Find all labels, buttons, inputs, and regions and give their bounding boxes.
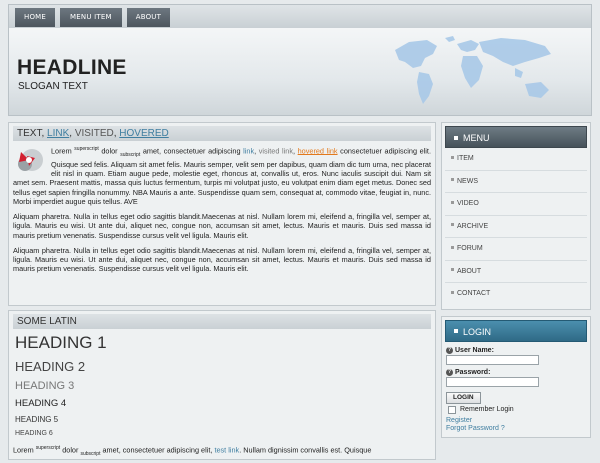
menu-item-video[interactable]: VIDEO	[445, 193, 587, 216]
menu-item-label: ARCHIVE	[457, 222, 489, 230]
page-headline: HEADLINE	[17, 56, 127, 79]
menu-item-label: FORUM	[457, 245, 483, 252]
title-text: TEXT,	[17, 128, 48, 139]
text-panel-title: TEXT, LINK, VISITED, HOVERED	[13, 126, 431, 141]
remember-login: Remember Login	[448, 405, 586, 414]
p1-visited-link[interactable]: visited link	[259, 146, 293, 155]
heading-6: HEADING 6	[15, 430, 53, 437]
question-icon: ?	[446, 346, 453, 354]
menu-item-about[interactable]: ABOUT	[445, 261, 587, 283]
nav-home[interactable]: HOME	[15, 8, 56, 27]
bullet-icon	[451, 178, 454, 182]
latin-panel: SOME LATIN HEADING 1 HEADING 2 HEADING 3…	[8, 310, 436, 460]
heading-3: HEADING 3	[15, 380, 75, 392]
p1-sub: subscript	[120, 151, 141, 158]
menu-box-title: MENU	[445, 126, 587, 148]
p1-link[interactable]: link	[243, 146, 254, 155]
world-map	[395, 36, 551, 104]
header: HEADLINE SLOGAN TEXT	[8, 28, 592, 116]
register-link[interactable]: Register	[446, 417, 586, 424]
title-link[interactable]: LINK	[47, 128, 69, 139]
username-label-text: User Name:	[455, 346, 494, 354]
top-bar: HOME MENU ITEM ABOUT	[8, 4, 592, 28]
menu-item-archive[interactable]: ARCHIVE	[445, 216, 587, 238]
square-bullet-icon	[454, 135, 458, 140]
remember-label: Remember Login	[460, 406, 514, 413]
password-label-text: Password:	[455, 368, 491, 376]
login-box-title: LOGIN	[445, 319, 587, 342]
menu-item-label: CONTACT	[457, 290, 491, 297]
heading-2: HEADING 2	[15, 359, 86, 374]
password-label: ? Password:	[446, 368, 586, 376]
bullet-icon	[451, 223, 454, 227]
paragraph-3: Aliquam pharetra. Nulla in tellus eget o…	[13, 245, 431, 274]
login-title-label: LOGIN	[463, 326, 492, 337]
lp-sup: superscript	[35, 445, 61, 451]
bullet-icon	[451, 290, 454, 294]
menu-item-news[interactable]: NEWS	[445, 171, 587, 193]
title-hovered[interactable]: HOVERED	[119, 128, 168, 139]
username-input[interactable]	[446, 354, 539, 365]
login-form: ? User Name: ? Password: LOGIN Remember Lo…	[445, 342, 587, 434]
question-icon: ?	[446, 368, 453, 376]
nav-about[interactable]: ABOUT	[126, 8, 171, 27]
bullet-icon	[451, 200, 454, 204]
bullet-icon	[451, 268, 454, 272]
lp-text-a: Lorem	[13, 445, 36, 455]
top-nav: HOME MENU ITEM ABOUT	[15, 8, 171, 27]
lp-sub: subscript	[80, 450, 101, 457]
menu-item-label: ITEM	[457, 155, 474, 162]
paragraph-2: Aliquam pharetra. Nulla in tellus eget o…	[13, 212, 431, 240]
test-link[interactable]: test link	[214, 445, 239, 454]
main-content: TEXT, LINK, VISITED, HOVERED Lorem super…	[8, 122, 436, 463]
p1-text-a: Lorem	[51, 146, 75, 156]
sidebar: MENU ITEM NEWS VIDEO ARCHIVE FORUM ABOUT…	[441, 122, 591, 438]
bullet-icon	[451, 155, 454, 159]
heading-4: HEADING 4	[15, 398, 67, 409]
menu-list: ITEM NEWS VIDEO ARCHIVE FORUM ABOUT CONT…	[445, 148, 587, 306]
p1-sup: superscript	[74, 146, 99, 152]
globe-badge-icon	[18, 149, 43, 171]
lp-text-c: amet, consectetuer adipiscing elit,	[100, 445, 215, 455]
remember-checkbox[interactable]	[448, 405, 456, 414]
username-label: ? User Name:	[446, 346, 586, 354]
menu-item-label: VIDEO	[457, 200, 479, 207]
heading-1: HEADING 1	[15, 333, 107, 352]
p1-text-c: amet, consectetuer adipiscing	[140, 146, 244, 156]
login-box: LOGIN ? User Name: ? Password: LOGIN Remem…	[441, 315, 591, 438]
p1-hovered-link[interactable]: hovered link	[298, 146, 338, 155]
password-input[interactable]	[446, 376, 539, 387]
text-panel: TEXT, LINK, VISITED, HOVERED Lorem super…	[8, 122, 436, 306]
latin-panel-title: SOME LATIN	[13, 314, 431, 329]
lp-text-d: . Nullam dignissim convallis est. Quisqu…	[239, 445, 372, 455]
menu-title-label: MENU	[463, 133, 490, 143]
login-button[interactable]: LOGIN	[446, 391, 481, 404]
menu-item-item[interactable]: ITEM	[445, 148, 587, 171]
lp-text-b: dolor	[60, 445, 81, 455]
page-slogan: SLOGAN TEXT	[18, 81, 88, 92]
nav-menu-item[interactable]: MENU ITEM	[60, 8, 122, 27]
menu-item-label: ABOUT	[457, 267, 482, 275]
p1-text-b: dolor	[98, 146, 121, 156]
square-bullet-icon	[454, 329, 458, 334]
menu-item-label: NEWS	[457, 177, 478, 185]
paragraph-1: Lorem superscript dolor subscript amet, …	[13, 145, 431, 206]
menu-box: MENU ITEM NEWS VIDEO ARCHIVE FORUM ABOUT…	[441, 122, 591, 310]
bullet-icon	[451, 245, 454, 249]
menu-item-forum[interactable]: FORUM	[445, 238, 587, 261]
latin-paragraph: Lorem superscript dolor subscript amet, …	[13, 444, 431, 459]
heading-5: HEADING 5	[15, 415, 59, 424]
title-visited: VISITED	[74, 128, 114, 139]
forgot-password-link[interactable]: Forgot Password ?	[446, 425, 586, 432]
menu-item-contact[interactable]: CONTACT	[445, 283, 587, 306]
